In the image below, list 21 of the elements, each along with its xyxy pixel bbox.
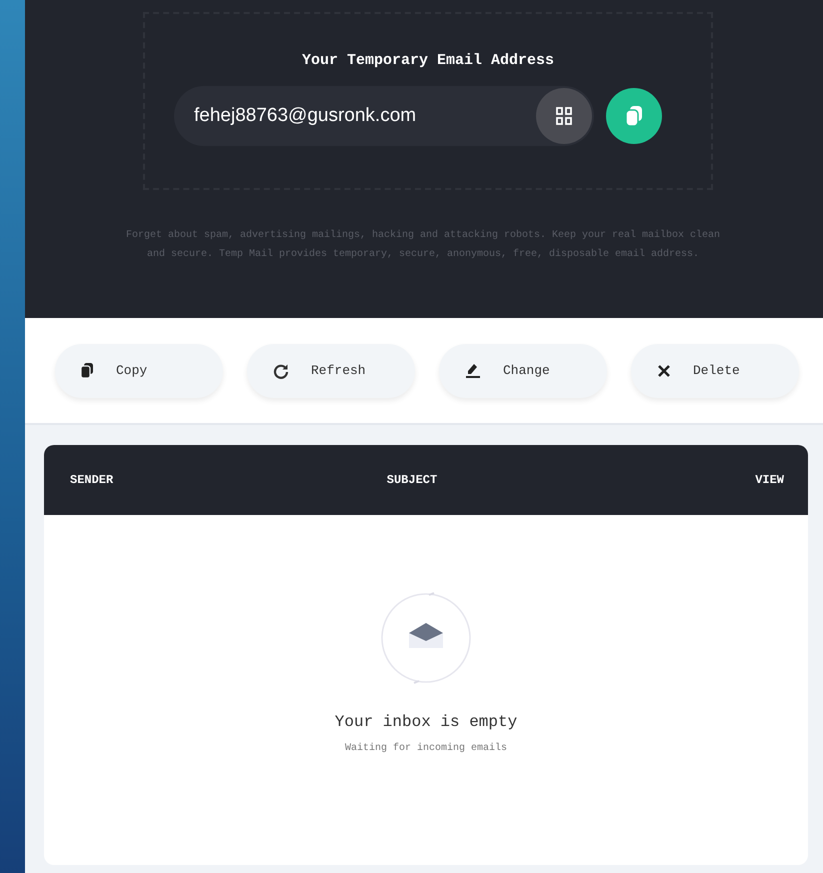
qr-code-button[interactable]	[536, 88, 592, 144]
copy-icon	[626, 106, 642, 126]
description-text: Forget about spam, advertising mailings, hacking and attacking robots. Keep your real mailbox clean and secure. Temp Mail provides temporary, secure, anonymous, free, disposable email address.	[124, 228, 722, 262]
refresh-icon	[273, 362, 289, 378]
column-header: SENDER	[70, 473, 114, 487]
qr-code-icon	[556, 107, 572, 125]
copy-icon	[81, 363, 94, 378]
column-header: SUBJECT	[386, 473, 438, 487]
email-address: fehej88763@gusronk.com	[194, 105, 416, 127]
email-field[interactable]: fehej88763@gusronk.com	[174, 86, 594, 146]
close-icon	[657, 364, 671, 378]
copy-button[interactable]: Copy	[55, 344, 223, 398]
change-button[interactable]: Change	[439, 344, 607, 398]
refresh-button[interactable]: Refresh	[247, 344, 415, 398]
pen-icon	[465, 362, 481, 378]
empty-subtitle: Waiting for incoming emails	[344, 743, 508, 754]
delete-button[interactable]: Delete	[631, 344, 799, 398]
panel-title: Your Temporary Email Address	[302, 52, 554, 69]
empty-inbox-icon	[379, 591, 473, 685]
empty-title: Your inbox is empty	[334, 713, 518, 731]
column-header: VIEW	[755, 473, 784, 487]
